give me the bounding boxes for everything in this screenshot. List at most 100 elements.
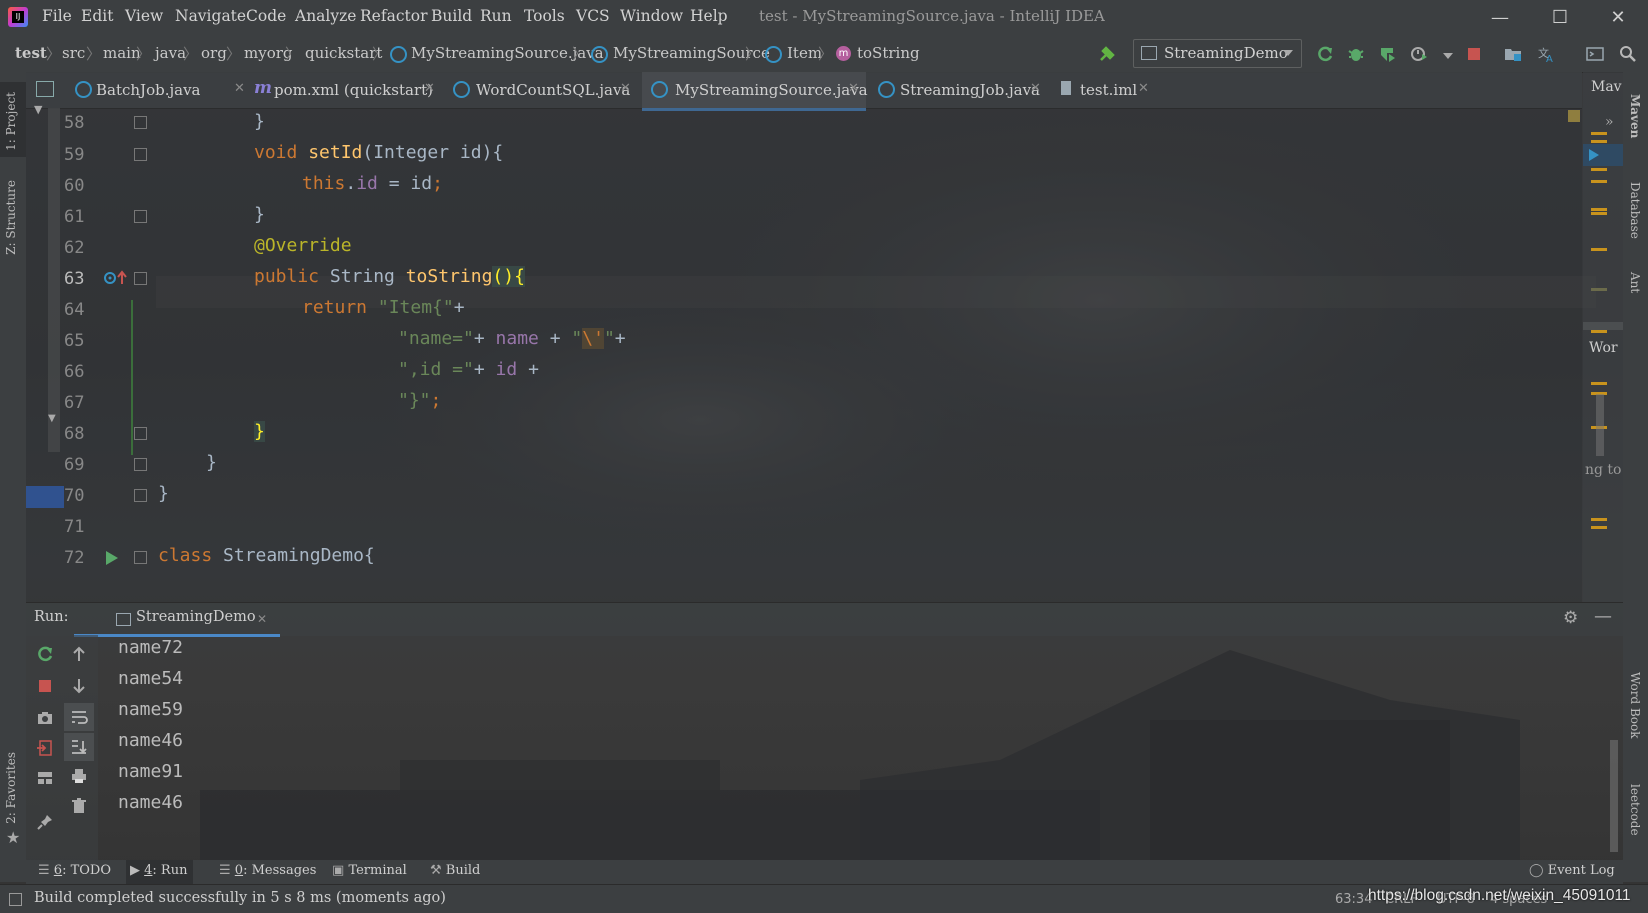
terminal-toggle-icon[interactable] — [1586, 45, 1604, 63]
scroll-to-end-toggle[interactable] — [64, 733, 94, 761]
tab-list-icon[interactable] — [36, 81, 54, 97]
run-console[interactable]: name72 name54 name59 name46 name91 name4… — [26, 635, 1623, 860]
close-tab-icon[interactable]: ✕ — [620, 81, 631, 96]
error-stripe-mark[interactable] — [1591, 168, 1607, 171]
breadcrumb-src[interactable]: src — [62, 44, 85, 62]
leetcode-tool-label[interactable]: leetcode — [1628, 784, 1642, 836]
debug-icon[interactable] — [1347, 45, 1365, 63]
error-stripe-mark[interactable] — [1591, 140, 1607, 143]
close-tab-icon[interactable]: ✕ — [424, 81, 435, 96]
run-configuration-dropdown[interactable]: StreamingDemo — [1133, 39, 1302, 68]
rerun-icon[interactable] — [36, 645, 54, 663]
fold-marker-icon[interactable] — [134, 272, 147, 285]
project-tool-button[interactable]: 1: Project — [0, 82, 26, 157]
breadcrumb-java[interactable]: java — [155, 44, 186, 62]
word-panel-more[interactable]: .. — [1593, 372, 1602, 388]
fold-marker-icon[interactable] — [134, 210, 147, 223]
close-window-icon[interactable]: ✕ — [1600, 5, 1636, 31]
code-editor[interactable]: ▼ ▼ 58 59 60 61 62 63 64 65 66 67 68 69 … — [26, 103, 1607, 602]
terminal-tool-button[interactable]: ▣ Terminal — [332, 863, 407, 878]
database-tool-label[interactable]: Database — [1628, 182, 1642, 239]
print-icon[interactable] — [70, 767, 88, 785]
stop-icon[interactable] — [36, 677, 54, 695]
scroll-down-icon[interactable] — [70, 677, 88, 695]
menu-analyze[interactable]: Analyze — [295, 7, 356, 25]
error-stripe-mark[interactable] — [1591, 382, 1607, 385]
close-tab-icon[interactable]: ✕ — [234, 81, 245, 96]
trash-icon[interactable] — [70, 797, 88, 815]
fold-marker-icon[interactable] — [134, 427, 147, 440]
close-tab-icon[interactable]: ✕ — [848, 81, 859, 96]
exit-icon[interactable] — [36, 739, 54, 757]
breadcrumb-org[interactable]: org — [201, 44, 227, 62]
run-tool-button[interactable]: ▶ 4: Run — [126, 860, 194, 885]
wordbook-tool-label[interactable]: Word Book — [1628, 672, 1642, 739]
breadcrumb-project[interactable]: test — [15, 44, 47, 62]
tab-mystreamingsource[interactable]: MyStreamingSource.java ✕ — [642, 72, 868, 111]
close-tab-icon[interactable]: ✕ — [1138, 81, 1149, 96]
scroll-up-icon[interactable] — [70, 645, 88, 663]
error-stripe-mark[interactable] — [1591, 248, 1607, 251]
maven-run-row[interactable] — [1583, 144, 1623, 166]
console-scrollbar-thumb[interactable] — [1610, 740, 1618, 852]
structure-tool-label[interactable]: Z: Structure — [4, 180, 18, 255]
camera-icon[interactable] — [36, 709, 54, 727]
layout-icon[interactable] — [36, 769, 54, 787]
menu-edit[interactable]: Edit — [81, 7, 113, 25]
breadcrumb-quickstart[interactable]: quickstart — [305, 44, 382, 62]
error-stripe-mark[interactable] — [1591, 288, 1607, 291]
error-stripe-mark[interactable] — [1591, 526, 1607, 529]
error-stripe-mark[interactable] — [1591, 132, 1607, 135]
coverage-icon[interactable] — [1378, 45, 1396, 63]
stop-icon[interactable] — [1465, 45, 1483, 63]
breadcrumb-main[interactable]: main — [103, 44, 141, 62]
build-tool-button[interactable]: ⚒ Build — [430, 863, 480, 878]
menu-vcs[interactable]: VCS — [576, 7, 610, 25]
soft-wrap-toggle[interactable] — [64, 703, 94, 731]
favorites-tool-label[interactable]: 2: Favorites — [4, 752, 18, 824]
tab-wordcountsql[interactable]: WordCountSQL.java ✕ — [452, 72, 638, 108]
menu-build[interactable]: Build — [431, 7, 472, 25]
gear-icon[interactable]: ⚙ — [1563, 608, 1578, 628]
tab-streamingjob[interactable]: StreamingJob.java ✕ — [874, 72, 1054, 108]
search-everywhere-icon[interactable] — [1619, 45, 1637, 63]
maven-scrollbar[interactable] — [1583, 322, 1623, 330]
ant-tool-label[interactable]: Ant — [1628, 272, 1642, 293]
menu-navigate[interactable]: Navigate — [175, 7, 246, 25]
tool-windows-toggle-icon[interactable] — [9, 893, 22, 906]
hide-panel-icon[interactable]: — — [1594, 606, 1612, 627]
event-log-button[interactable]: ◯ Event Log — [1529, 863, 1615, 878]
fold-marker-icon[interactable] — [134, 551, 147, 564]
editor-scrollbar-thumb[interactable] — [1596, 394, 1604, 456]
maven-tool-label[interactable]: Maven — [1628, 94, 1642, 138]
more-chevron-icon[interactable]: » — [1605, 114, 1614, 130]
build-hammer-icon[interactable] — [1098, 45, 1116, 63]
error-stripe-mark[interactable] — [1591, 212, 1607, 215]
inspection-status-icon[interactable] — [1568, 110, 1580, 122]
menu-help[interactable]: Help — [690, 7, 728, 25]
todo-tool-button[interactable]: ☰ 6: TODO — [38, 863, 111, 878]
breadcrumb-inner-class[interactable]: Item — [787, 44, 822, 62]
menu-refactor[interactable]: Refactor — [360, 7, 427, 25]
pin-icon[interactable] — [36, 813, 54, 831]
fold-marker-icon[interactable] — [134, 458, 147, 471]
fold-marker-icon[interactable] — [134, 116, 147, 129]
error-stripe-mark[interactable] — [1591, 208, 1607, 211]
profile-icon[interactable] — [1410, 45, 1428, 63]
project-structure-icon[interactable] — [1504, 45, 1522, 63]
close-tab-icon[interactable]: ✕ — [257, 612, 267, 626]
messages-tool-button[interactable]: ☰ 0: Messages — [219, 863, 316, 878]
tab-pom-xml[interactable]: m pom.xml (quickstart) ✕ — [254, 72, 440, 108]
fold-marker-icon[interactable] — [134, 489, 147, 502]
run-gutter-icon[interactable] — [102, 548, 122, 568]
error-stripe-mark[interactable] — [1591, 518, 1607, 521]
caret-position[interactable]: 63:34 — [1335, 892, 1372, 907]
error-stripe-mark[interactable] — [1591, 180, 1607, 183]
fold-marker-icon[interactable] — [134, 148, 147, 161]
minimize-icon[interactable]: — — [1482, 5, 1518, 31]
menu-tools[interactable]: Tools — [524, 7, 565, 25]
menu-view[interactable]: View — [125, 7, 163, 25]
chevron-down-icon[interactable] — [1443, 53, 1453, 59]
breadcrumb-method[interactable]: toString — [857, 44, 920, 62]
menu-run[interactable]: Run — [480, 7, 512, 25]
